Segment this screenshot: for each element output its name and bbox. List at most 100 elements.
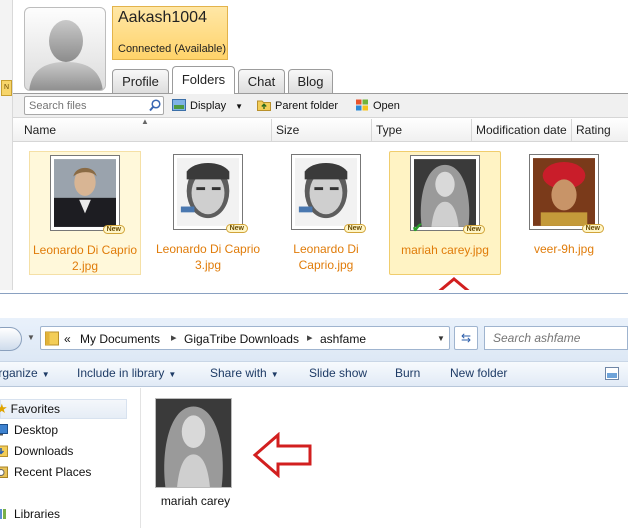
- folder-icon: [45, 331, 59, 346]
- column-name[interactable]: Name ▲: [20, 117, 271, 141]
- parent-folder-button[interactable]: Parent folder: [257, 97, 338, 115]
- avatar: [24, 7, 106, 91]
- refresh-button[interactable]: ⇆: [454, 326, 478, 350]
- chevron-down-icon: ▼: [41, 370, 50, 379]
- new-folder-button[interactable]: New folder: [450, 366, 507, 380]
- new-badge: New: [225, 224, 248, 233]
- nav-desktop[interactable]: Desktop: [0, 420, 58, 440]
- file-tile[interactable]: New veer-9h.jpg: [508, 151, 620, 275]
- favorites-label: Favorites: [10, 402, 61, 416]
- breadcrumb-separator-icon[interactable]: ▸: [171, 331, 177, 344]
- share-with-button[interactable]: Share with ▼: [210, 366, 279, 380]
- file-tile[interactable]: New Leonardo Di Caprio 2.jpg: [29, 151, 141, 275]
- display-icon: [172, 99, 186, 111]
- nav-downloads[interactable]: Downloads: [0, 441, 73, 461]
- new-badge: New: [343, 224, 366, 233]
- preview-pane-icon[interactable]: [605, 367, 619, 380]
- chevron-down-icon: ▼: [235, 102, 244, 111]
- new-badge: New: [462, 225, 485, 234]
- recent-pages-chevron-icon[interactable]: ▼: [27, 333, 35, 342]
- parent-folder-label: Parent folder: [275, 100, 338, 112]
- refresh-icon: ⇆: [460, 331, 472, 345]
- breadcrumb-overflow[interactable]: «: [64, 332, 71, 346]
- new-badge: New: [581, 224, 604, 233]
- column-size[interactable]: Size: [271, 119, 371, 141]
- file-name: Leonardo Di Caprio 2.jpg: [32, 243, 138, 273]
- desktop-label: Desktop: [14, 423, 59, 437]
- tab-chat[interactable]: Chat: [238, 69, 285, 94]
- nav-favorites[interactable]: ★ Favorites: [0, 399, 60, 419]
- arrow-left-icon: [252, 432, 312, 478]
- tab-blog[interactable]: Blog: [288, 69, 333, 94]
- nav-libraries[interactable]: Libraries: [0, 504, 60, 524]
- downloads-label: Downloads: [14, 444, 74, 458]
- file-tile[interactable]: New Leonardo Di Caprio 3.jpg: [152, 151, 264, 275]
- file-thumbnail: New: [529, 154, 604, 233]
- file-name: Leonardo Di Caprio.jpg: [293, 242, 359, 272]
- photo-veer: [533, 158, 595, 226]
- column-type[interactable]: Type: [371, 119, 471, 141]
- file-tile[interactable]: New Leonardo Di Caprio.jpg: [270, 151, 382, 275]
- organize-label: Organize: [0, 366, 38, 380]
- pane-splitter[interactable]: [140, 388, 141, 528]
- libraries-icon: [0, 509, 6, 519]
- sort-ascending-icon: ▲: [141, 117, 149, 126]
- share-with-label: Share with: [210, 366, 267, 380]
- connection-status: Connected (Available): [118, 43, 227, 55]
- nav-recent-places[interactable]: Recent Places: [0, 462, 91, 482]
- checkmark-icon: ✔: [412, 220, 423, 235]
- star-icon: ★: [0, 401, 8, 416]
- file-thumbnail: New: [173, 154, 248, 233]
- photo-mariah-carey: [414, 159, 476, 227]
- search-ashfame-input[interactable]: [485, 327, 625, 349]
- downloaded-file-thumbnail[interactable]: [155, 398, 232, 488]
- chevron-down-icon: ▼: [168, 370, 177, 379]
- chevron-down-icon: ▼: [270, 370, 279, 379]
- include-in-library-button[interactable]: Include in library ▼: [77, 366, 176, 380]
- downloaded-file-name[interactable]: mariah carey: [148, 494, 243, 508]
- search-ashfame-box[interactable]: [484, 326, 628, 350]
- libraries-label: Libraries: [14, 507, 61, 521]
- photo-leonardo-2: [54, 159, 116, 227]
- open-button[interactable]: Open: [355, 97, 400, 115]
- breadcrumb-gigatribe-downloads[interactable]: GigaTribe Downloads: [184, 332, 299, 346]
- search-icon[interactable]: [149, 99, 161, 112]
- recent-places-icon: [0, 466, 8, 478]
- left-strip: N: [0, 0, 13, 292]
- windows-logo-icon: [356, 99, 368, 111]
- tab-folders[interactable]: Folders: [172, 66, 235, 94]
- display-label: Display: [190, 100, 227, 112]
- file-name: Leonardo Di Caprio 3.jpg: [155, 242, 261, 272]
- recent-places-label: Recent Places: [14, 465, 92, 479]
- left-strip-tag[interactable]: N: [1, 80, 12, 96]
- folder-up-icon: [257, 100, 271, 111]
- avatar-silhouette-icon: [29, 20, 103, 90]
- file-tile-selected[interactable]: New ✔ mariah carey.jpg: [389, 151, 501, 275]
- tab-profile[interactable]: Profile: [112, 69, 169, 94]
- file-thumbnail: New: [50, 155, 125, 234]
- breadcrumb-ashfame[interactable]: ashfame: [320, 332, 366, 346]
- file-name: mariah carey.jpg: [401, 243, 489, 257]
- desktop-icon: [0, 424, 8, 436]
- column-name-label: Name: [24, 123, 57, 137]
- photo-leonardo-3: [177, 158, 239, 226]
- display-button[interactable]: Display ▼: [172, 97, 243, 115]
- username: Aakash1004: [118, 9, 207, 26]
- file-thumbnail: New: [291, 154, 366, 233]
- include-in-library-label: Include in library: [77, 366, 165, 380]
- open-label: Open: [373, 100, 400, 112]
- search-files-input[interactable]: [25, 97, 143, 114]
- organize-button[interactable]: Organize▼: [0, 366, 50, 380]
- photo-leonardo: [295, 158, 357, 226]
- file-name: veer-9h.jpg: [533, 242, 595, 256]
- burn-button[interactable]: Burn: [395, 366, 420, 380]
- downloads-icon: [0, 445, 8, 457]
- photo-mariah-carey-download: [156, 399, 231, 487]
- column-rating[interactable]: Rating: [571, 119, 628, 141]
- column-modification-date[interactable]: Modification date: [471, 119, 571, 141]
- breadcrumb-my-documents[interactable]: My Documents: [80, 332, 160, 346]
- address-dropdown-icon[interactable]: ▼: [437, 334, 445, 343]
- slide-show-button[interactable]: Slide show: [309, 366, 367, 380]
- new-badge: New: [102, 225, 125, 234]
- breadcrumb-separator-icon[interactable]: ▸: [307, 331, 313, 344]
